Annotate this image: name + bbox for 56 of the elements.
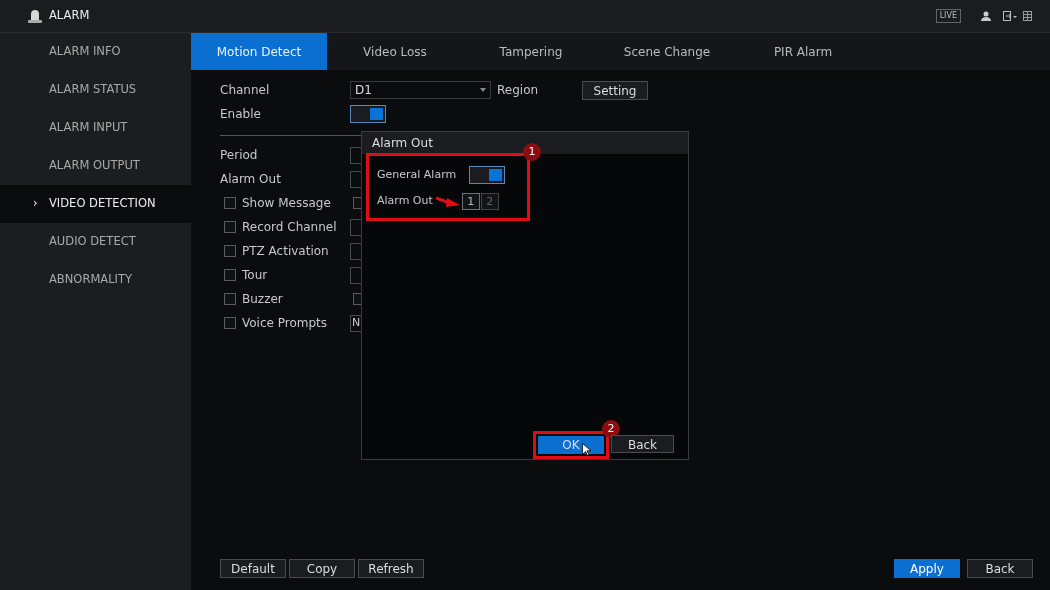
sidebar-item[interactable]: ABNORMALITY [0,261,191,299]
general-alarm-toggle[interactable] [469,166,505,184]
tab[interactable]: Scene Change [599,33,735,70]
footer-button[interactable]: Default [220,559,286,578]
enable-toggle[interactable] [350,105,386,123]
setting-button[interactable]: Setting [582,80,648,100]
checkbox[interactable] [224,245,236,257]
callout-number: 1 [523,143,541,161]
sidebar-item[interactable]: › VIDEO DETECTION [0,185,191,223]
footer-button[interactable]: Refresh [358,559,424,578]
checkbox[interactable] [224,269,236,281]
tab[interactable]: PIR Alarm [735,33,871,70]
field-label: Alarm Out [220,171,282,188]
user-icon[interactable] [981,11,991,21]
tab[interactable]: Video Loss [327,33,463,70]
option-label: Buzzer [242,291,283,308]
sidebar-item[interactable]: ALARM STATUS [0,71,191,109]
tab[interactable]: Motion Detect [191,33,327,70]
option-label: Tour [242,267,268,284]
apply-button[interactable]: Apply [894,559,960,578]
checkbox[interactable] [224,317,236,329]
back-button[interactable]: Back [967,559,1033,578]
grid-icon[interactable] [1023,11,1032,21]
sidebar-item[interactable]: ALARM OUTPUT [0,147,191,185]
live-button[interactable]: LIVE [935,9,961,23]
field-label: Region [497,82,540,99]
option-label: PTZ Activation [242,243,329,260]
alarm-bell-icon [27,8,43,24]
select-value: N [351,314,361,331]
output-button[interactable]: 1 [461,193,480,210]
field-label: Enable [220,106,262,123]
field-label: General Alarm [377,166,458,183]
tab[interactable]: Tampering [463,33,599,70]
footer-button[interactable]: Copy [289,559,355,578]
option-label: Voice Prompts [242,315,328,332]
dropdown-caret-icon [480,88,486,92]
field-label: Period [220,147,259,164]
sidebar-item[interactable]: AUDIO DETECT [0,223,191,261]
channel-select[interactable]: D1 [350,81,491,99]
checkbox[interactable] [224,197,236,209]
option-label: Show Message [242,195,331,212]
logout-icon[interactable] [1003,11,1017,21]
field-label: Channel [220,82,271,99]
ok-button[interactable]: OK [538,436,604,454]
mouse-cursor-icon [582,443,591,456]
sidebar-item[interactable]: ALARM INPUT [0,109,191,147]
annotation-arrow [435,195,460,208]
callout-number: 2 [602,420,620,438]
back-button[interactable]: Back [611,435,674,453]
checkbox[interactable] [224,293,236,305]
window-title: ALARM [49,7,90,25]
field-label: Alarm Out [377,193,433,210]
option-label: Record Channel [242,219,337,236]
chevron-icon: › [33,195,38,213]
checkbox[interactable] [224,221,236,233]
sidebar-item[interactable]: ALARM INFO [0,33,191,71]
